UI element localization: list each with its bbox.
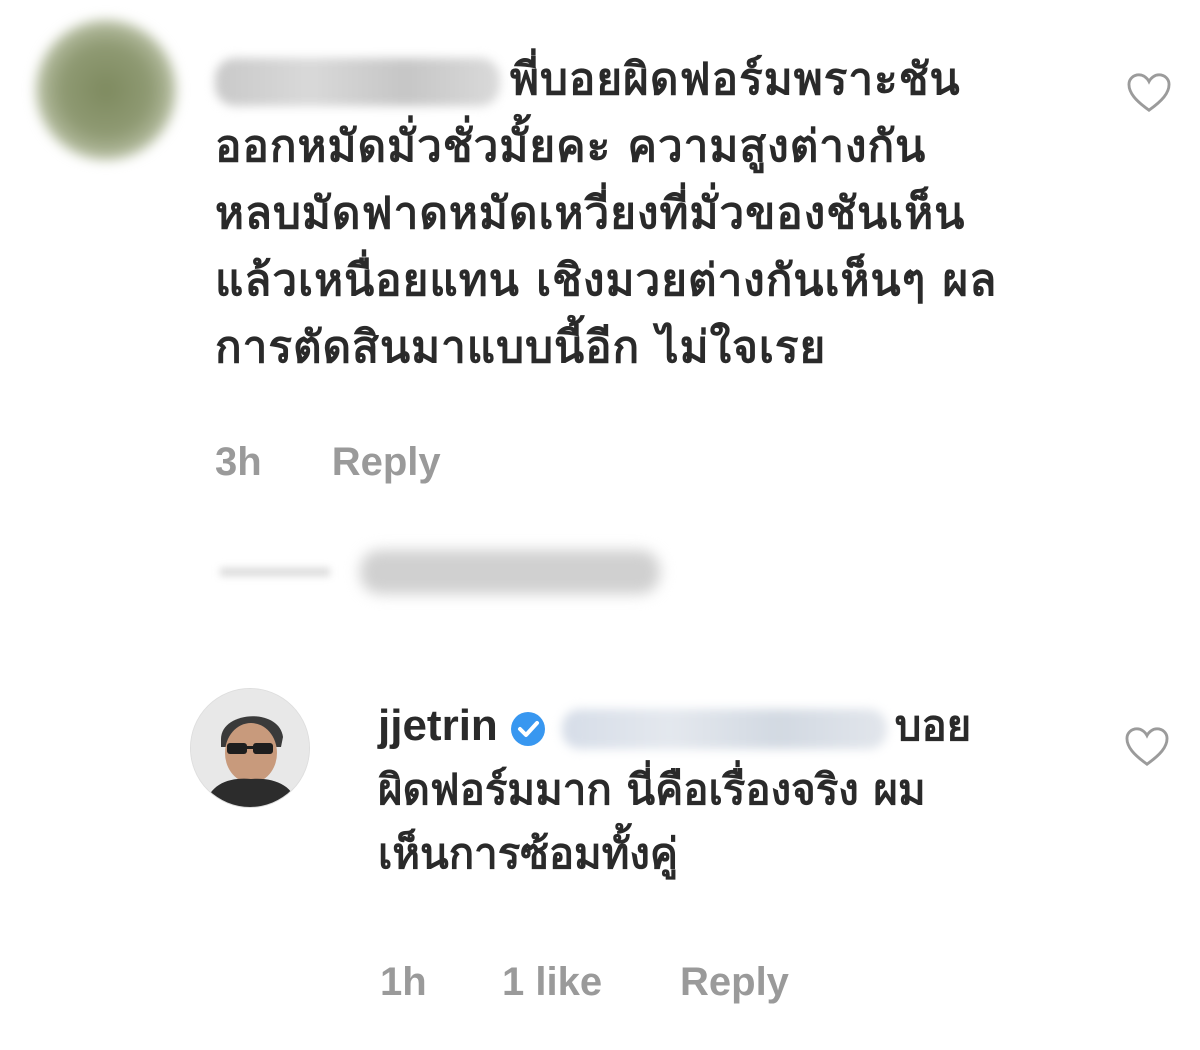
comment-1-time: 3h (215, 440, 262, 484)
heart-icon[interactable] (1124, 726, 1170, 768)
comment-2-reply-button[interactable]: Reply (680, 960, 789, 1005)
comment-2-username[interactable]: jjetrin (378, 701, 498, 750)
comment-2-text: jjetrin บอยผิดฟอร์มมาก นี่คือเรื่องจริง ผ… (378, 694, 1058, 886)
comment-1-avatar[interactable] (36, 20, 176, 160)
comment-1-reply-button[interactable]: Reply (332, 440, 441, 485)
view-replies-blurred[interactable] (220, 540, 660, 600)
view-replies-line (220, 568, 330, 576)
comment-2-body: ผิดฟอร์มมาก นี่คือเรื่องจริง ผม เห็นการซ… (378, 765, 926, 878)
avatar-portrait-icon (191, 689, 309, 807)
heart-icon[interactable] (1126, 72, 1172, 114)
comment-2-first-line-rest: บอย (894, 701, 972, 750)
verified-badge-icon (510, 711, 545, 746)
comment-2-avatar[interactable] (190, 688, 310, 808)
comment-1-body: พี่บอยผิดฟอร์มพราะชัน ออกหมัดมั่วชั่วมั้… (215, 54, 998, 373)
view-replies-text-blurred (360, 550, 660, 594)
comment-1-text: พี่บอยผิดฟอร์มพราะชัน ออกหมัดมั่วชั่วมั้… (215, 46, 1095, 381)
comment-1-meta: 3h Reply (215, 440, 441, 485)
comment-2-likes-count[interactable]: 1 like (502, 960, 602, 1005)
comment-2-time: 1h (380, 960, 427, 1004)
comment-2-mention-blurred (561, 708, 887, 749)
